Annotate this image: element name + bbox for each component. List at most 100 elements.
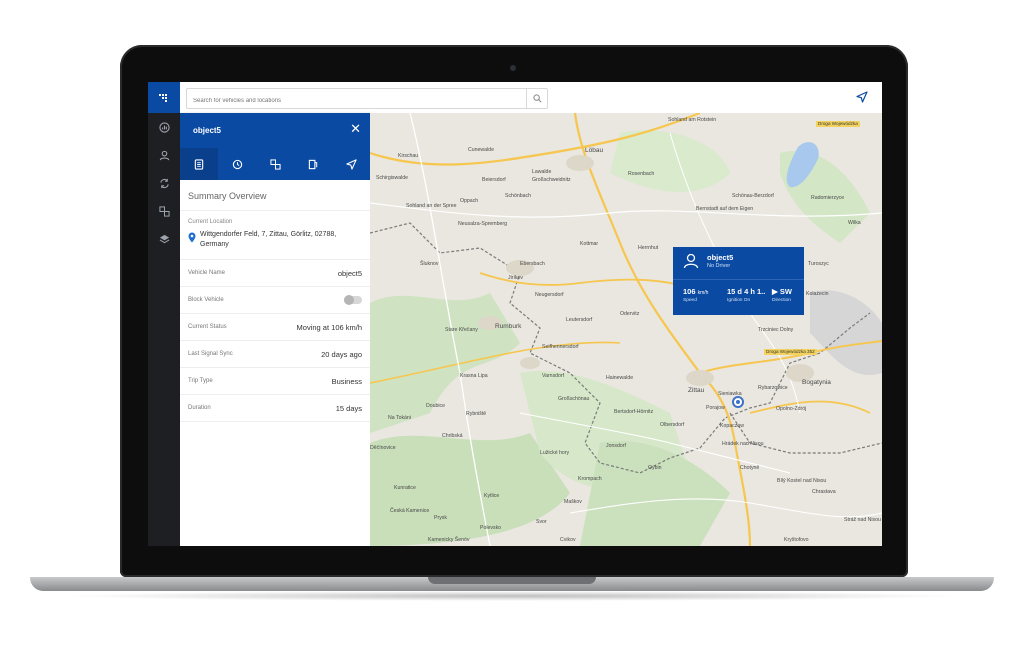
map-label: Schönau-Berzdorf (732, 193, 774, 199)
search-box (186, 88, 548, 110)
field-last-signal: Last Signal Sync 20 days ago (180, 341, 370, 368)
laptop-shadow (60, 591, 964, 601)
vehicle-popup[interactable]: object5 No Driver 106 km/h Speed 15 d 4 … (673, 247, 804, 315)
field-current-status: Current Status Moving at 106 km/h (180, 314, 370, 341)
map-label: Polevsko (480, 525, 502, 531)
vehicle-details-panel: object5 ✕ Summary Overview Current Locat… (180, 113, 370, 546)
map-label: Hainewalde (606, 375, 634, 381)
map-label: Kolażecin (806, 291, 829, 297)
current-location: Current Location Wittgendorfer Feld, 7, … (180, 211, 370, 260)
field-trip-type: Trip Type Business (180, 368, 370, 395)
field-value: object5 (337, 268, 362, 278)
layers-icon[interactable] (148, 225, 180, 253)
app-logo[interactable] (148, 82, 180, 113)
field-label: Block Vehicle (188, 297, 224, 303)
map-label: Svor (536, 519, 547, 525)
tab-fuel[interactable] (294, 148, 332, 180)
map-label: Großschweidnitz (532, 177, 571, 183)
icon-rail (148, 82, 180, 546)
vehicles-icon[interactable] (148, 197, 180, 225)
map-label: Rumburk (495, 323, 522, 330)
map-label: Cunewalde (468, 147, 494, 153)
map-label: Bogatynia (802, 379, 831, 386)
map-label: Oppach (460, 198, 479, 204)
map-label: Prysk (434, 515, 447, 521)
map-label: Odervitz (620, 311, 640, 317)
vehicle-marker[interactable] (732, 396, 744, 408)
map-label: Krasna Lipa (460, 373, 488, 379)
map-label: Kytlice (484, 493, 500, 499)
map-label: Trzciniec Dolny (758, 327, 794, 333)
map-label: Sohland an der Spree (406, 203, 457, 209)
field-label: Duration (188, 405, 211, 411)
laptop-notch (428, 577, 596, 584)
map-label: Opolno-Zdrój (776, 406, 807, 412)
ignition-label: Ignition On (727, 298, 751, 303)
sync-icon[interactable] (148, 169, 180, 197)
stat-direction: ▶ SW Direction (772, 287, 792, 303)
map-label: Ebersbach (520, 261, 545, 267)
map-label: Rybniště (466, 411, 487, 417)
map-label: Kunratice (394, 485, 416, 491)
popup-vehicle-name: object5 (707, 253, 734, 262)
map-label: Großschönau (558, 396, 590, 402)
map-label: Löbau (585, 147, 604, 154)
map-label: Cvikov (560, 537, 576, 543)
map-label: Varnsdorf (542, 373, 565, 379)
block-vehicle-toggle[interactable] (344, 295, 362, 305)
direction-label: Direction (772, 298, 791, 303)
tab-summary[interactable] (180, 148, 218, 180)
map-label: Olbersdorf (660, 422, 685, 428)
map-label: Doubice (426, 403, 446, 409)
map-label: Herrnhut (638, 245, 659, 251)
field-label: Current Status (188, 324, 227, 330)
search-icon[interactable] (526, 89, 547, 108)
map-view[interactable]: Sohland am Rotstein Kirschau Cunewalde L… (370, 113, 882, 546)
map-label: Zittau (688, 387, 705, 394)
close-icon[interactable]: ✕ (350, 122, 361, 135)
map-label: Krompach (578, 476, 602, 482)
map-label: Lawalde (532, 169, 552, 175)
map-label: Bernstadt auf dem Eigen (696, 206, 754, 212)
road-label: Droga Wojewódzka (816, 121, 860, 127)
map-label: Neusalza-Spremberg (458, 221, 508, 227)
vehicles-icon (269, 158, 281, 170)
location-pin-icon (188, 230, 200, 250)
tab-history[interactable] (218, 148, 256, 180)
map-label: Oybin (648, 465, 662, 471)
logo-icon (159, 93, 167, 102)
stat-ignition: 15 d 4 h 1.. Ignition On (727, 287, 765, 303)
panel-header: object5 ✕ (180, 113, 370, 148)
field-label: Vehicle Name (188, 270, 226, 276)
map-label: Neugersdorf (535, 292, 564, 298)
field-label: Last Signal Sync (188, 351, 233, 357)
map-label: Schirgiswalde (376, 175, 409, 181)
navigation-icon[interactable] (856, 90, 868, 108)
speed-value: 106 (683, 287, 696, 296)
field-label: Trip Type (188, 378, 213, 384)
map-label: Maškov (564, 499, 582, 505)
map-label: Kopaczow (720, 423, 744, 429)
map-label: Radomierzyce (811, 195, 845, 201)
map-label: Kirschau (398, 153, 419, 159)
map-label: Šluknov (420, 261, 439, 267)
fuel-icon (308, 159, 317, 169)
map-label: Rosenbach (628, 171, 655, 177)
map-label: Beiersdorf (482, 177, 506, 183)
location-address: Wittgendorfer Feld, 7, Zittau, Görlitz, … (200, 231, 337, 248)
field-vehicle-name: Vehicle Name object5 (180, 260, 370, 287)
panel-tabs (180, 148, 370, 180)
history-icon (232, 159, 242, 169)
field-block-vehicle: Block Vehicle (180, 287, 370, 314)
app-screen: object5 ✕ Summary Overview Current Locat… (148, 82, 882, 546)
search-input[interactable] (187, 92, 519, 110)
field-value: Business (331, 376, 362, 386)
stat-speed: 106 km/h Speed (683, 287, 708, 303)
tab-navigate[interactable] (332, 148, 370, 180)
tab-vehicles[interactable] (256, 148, 294, 180)
map-label: Hrádek nad Nisou (722, 441, 764, 447)
dashboard-icon[interactable] (148, 113, 180, 141)
map-label: Jiríkov (508, 275, 523, 281)
user-icon[interactable] (148, 141, 180, 169)
map-label: Na Tokáni (388, 415, 411, 421)
